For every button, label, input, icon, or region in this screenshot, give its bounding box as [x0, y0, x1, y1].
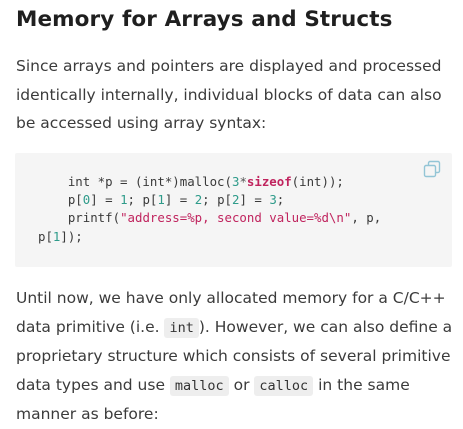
struct-paragraph: Until now, we have only allocated memory…: [16, 284, 456, 429]
copy-code-button[interactable]: [422, 159, 442, 179]
code-operator: *: [239, 174, 247, 189]
code-keyword: sizeof: [246, 174, 292, 189]
code-token: ; p[: [127, 192, 158, 208]
code-line: int *p = (int*)malloc(3*sizeof(int));: [38, 174, 344, 189]
code-token: ] =: [239, 192, 270, 208]
code-token: p[: [38, 192, 83, 208]
code-token: (int));: [291, 174, 344, 189]
code-text: int *p = (int*)malloc(3*sizeof(int)); p[…: [38, 173, 381, 246]
code-token: printf(: [38, 210, 121, 226]
code-number: 3: [269, 192, 277, 208]
code-string: "address=%p, second value=%d\n": [120, 210, 352, 226]
code-token: ;: [276, 192, 285, 208]
code-block: int *p = (int*)malloc(3*sizeof(int)); p[…: [15, 153, 452, 267]
code-token: , p,: [351, 210, 382, 226]
inline-code: malloc: [169, 375, 229, 396]
article-page: Memory for Arrays and Structs Since arra…: [0, 0, 463, 423]
code-token: ] =: [164, 192, 195, 208]
code-number: 1: [120, 192, 128, 208]
code-token: ]);: [60, 228, 83, 244]
inline-code: int: [164, 317, 199, 338]
copy-icon: [423, 160, 441, 178]
code-token: ; p[: [202, 192, 233, 208]
code-line: printf("address=%p, second value=%d\n", …: [38, 210, 381, 225]
code-number: 1: [157, 192, 165, 208]
intro-paragraph: Since arrays and pointers are displayed …: [16, 57, 442, 132]
code-token: p[: [38, 228, 53, 244]
section-heading: Memory for Arrays and Structs: [16, 7, 393, 32]
code-token: ] =: [90, 192, 121, 208]
inline-code: calloc: [254, 375, 314, 396]
code-line: p[1]);: [38, 229, 83, 244]
code-token: int *p = (int*)malloc(: [38, 174, 232, 189]
code-line: p[0] = 1; p[1] = 2; p[2] = 3;: [38, 192, 284, 207]
paragraph-text: or: [228, 375, 255, 394]
